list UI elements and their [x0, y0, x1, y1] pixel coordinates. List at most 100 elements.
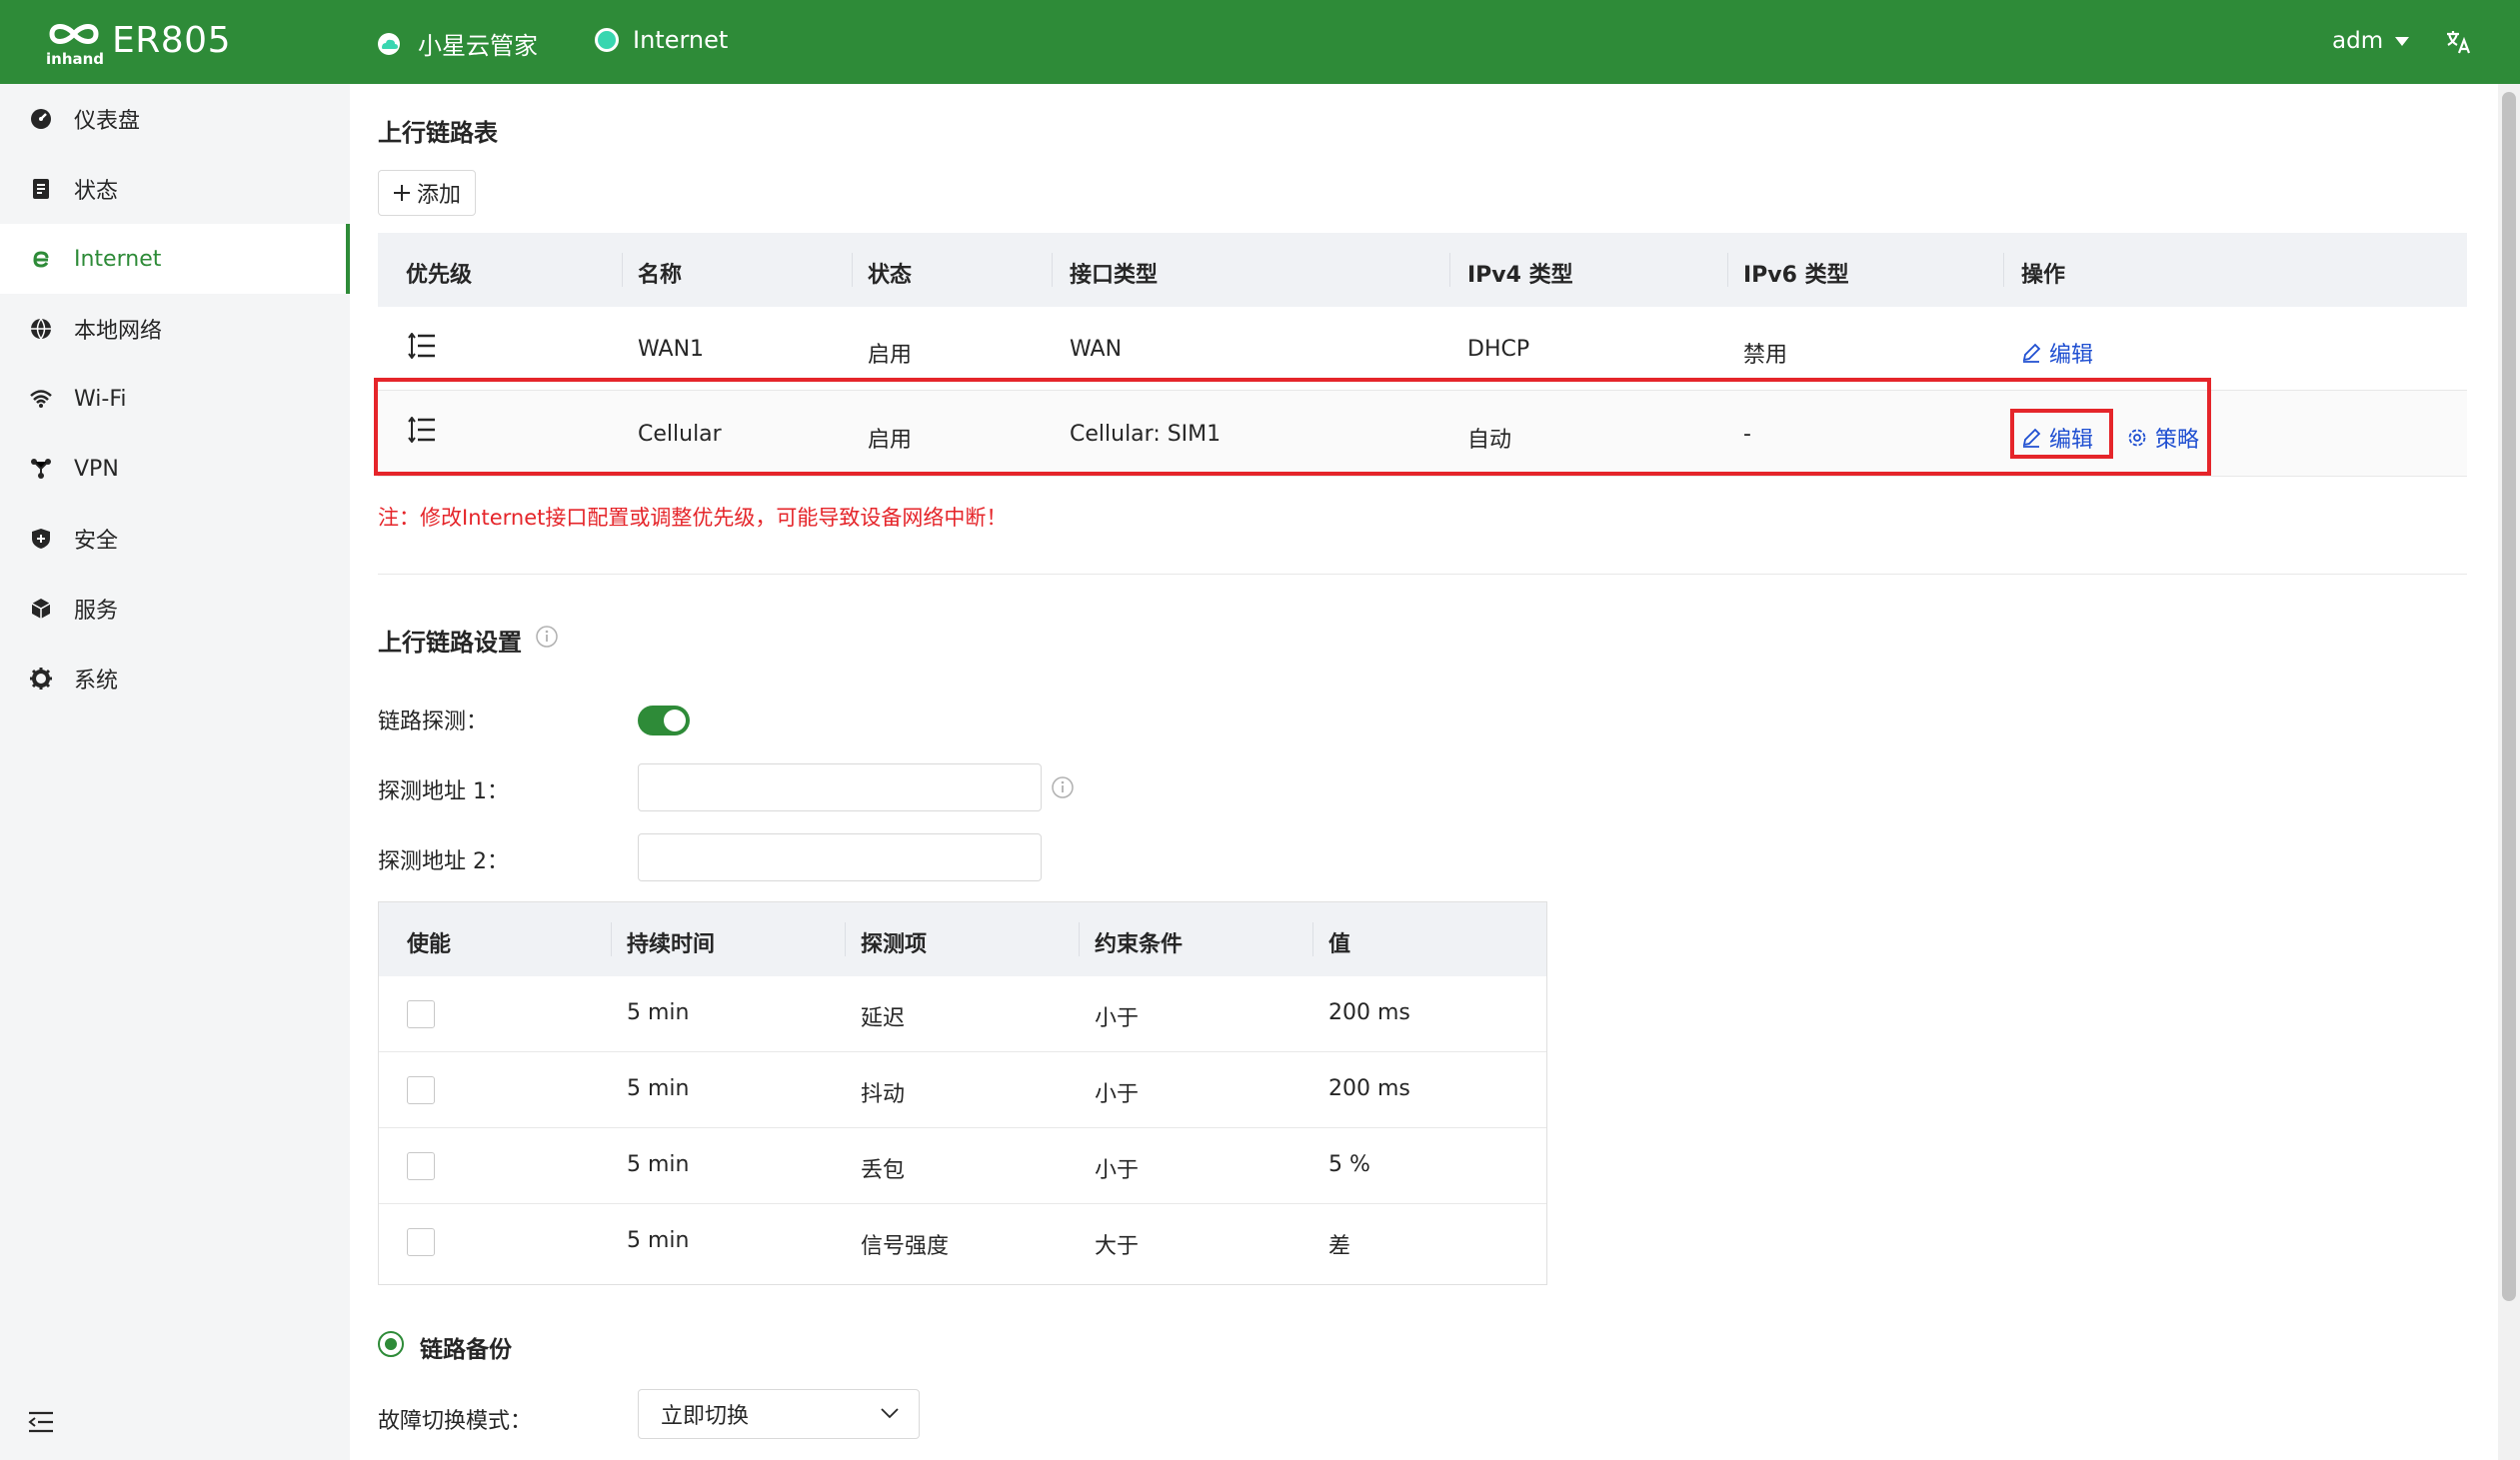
- divider: [378, 574, 2467, 575]
- failover-mode-select[interactable]: 立即切换: [638, 1389, 920, 1439]
- probe-toggle[interactable]: [638, 706, 690, 735]
- cell-condition: 小于: [1095, 1006, 1140, 1031]
- sidebar-item-label: 服务: [74, 599, 119, 624]
- enable-checkbox[interactable]: [407, 1228, 435, 1256]
- enable-checkbox[interactable]: [407, 1000, 435, 1028]
- product-name: ER805: [112, 20, 231, 61]
- cell-probe-item: 延迟: [861, 1006, 906, 1031]
- cell-probe-item: 丢包: [861, 1158, 906, 1183]
- failover-mode-value: 立即切换: [661, 1404, 750, 1429]
- info-icon[interactable]: [1052, 776, 1074, 798]
- cell-value: 5 %: [1328, 1152, 1370, 1177]
- cell-ipv6-type: 禁用: [1743, 343, 1788, 368]
- gear-icon: [30, 668, 52, 690]
- table-header: 优先级 名称 状态 接口类型 IPv4 类型 IPv6 类型 操作: [378, 233, 2467, 307]
- link-backup-radio[interactable]: [378, 1331, 404, 1357]
- top-bar: inhand ER805 小星云管家 Internet adm: [0, 0, 2520, 84]
- cell-condition: 大于: [1095, 1234, 1140, 1259]
- dashboard-icon: [31, 109, 51, 129]
- column-header: IPv4 类型: [1467, 263, 1573, 288]
- sidebar-item-dashboard[interactable]: 仪表盘: [0, 84, 350, 154]
- topnav-label: 小星云管家: [418, 32, 538, 60]
- sidebar-item-system[interactable]: 系统: [0, 644, 350, 714]
- column-header: 持续时间: [627, 932, 716, 957]
- sidebar-item-services[interactable]: 服务: [0, 574, 350, 644]
- enable-checkbox[interactable]: [407, 1152, 435, 1180]
- column-header: 探测项: [861, 932, 928, 957]
- table-row: 5 min 信号强度 大于 差: [379, 1204, 1546, 1284]
- cell-condition: 小于: [1095, 1082, 1140, 1107]
- sidebar-item-label: 状态: [74, 179, 119, 204]
- radio-dot: [385, 1338, 397, 1350]
- cell-condition: 小于: [1095, 1158, 1140, 1183]
- column-header: 使能: [407, 932, 452, 957]
- cell-value: 200 ms: [1328, 1076, 1410, 1101]
- sidebar-item-status[interactable]: 状态: [0, 154, 350, 224]
- edit-link[interactable]: 编辑: [2021, 337, 2093, 369]
- wifi-icon: [30, 390, 52, 408]
- user-name: adm: [2332, 28, 2384, 54]
- drag-priority-icon[interactable]: [408, 333, 436, 359]
- column-header: IPv6 类型: [1743, 263, 1849, 288]
- cube-icon: [31, 599, 51, 619]
- sidebar-item-label: 安全: [74, 529, 119, 554]
- cell-ipv4-type: DHCP: [1467, 337, 1530, 362]
- probe-address-2-input[interactable]: [638, 833, 1042, 881]
- toggle-knob: [664, 710, 686, 731]
- cell-duration: 5 min: [627, 1152, 690, 1177]
- sidebar-item-wifi[interactable]: Wi-Fi: [0, 364, 350, 434]
- highlight-box-cellular-row: [374, 378, 2211, 476]
- cell-status: 启用: [868, 343, 913, 368]
- column-header: 值: [1328, 932, 1351, 957]
- chevron-down-icon: [881, 1408, 899, 1419]
- failover-mode-label: 故障切换模式：: [378, 1409, 533, 1434]
- warning-note: 注：修改Internet接口配置或调整优先级，可能导致设备网络中断！: [378, 506, 1008, 530]
- sidebar-item-internet[interactable]: Internet: [0, 224, 350, 294]
- vpn-icon: [31, 459, 51, 479]
- collapse-sidebar-icon[interactable]: [28, 1411, 54, 1433]
- column-header: 优先级: [406, 263, 473, 288]
- topnav-label: Internet: [633, 26, 729, 54]
- table-row: 5 min 丢包 小于 5 %: [379, 1128, 1546, 1204]
- sidebar-item-label: 系统: [74, 669, 119, 694]
- probe-address-1-input[interactable]: [638, 763, 1042, 811]
- sidebar: 仪表盘 状态 Internet 本地网络 Wi-Fi VPN 安全 服务 系统: [0, 84, 350, 1460]
- add-button[interactable]: 添加: [378, 170, 476, 216]
- cell-value: 200 ms: [1328, 1000, 1410, 1025]
- topnav-internet[interactable]: Internet: [595, 26, 728, 54]
- inhand-logo: inhand: [46, 24, 104, 68]
- user-menu[interactable]: adm: [2332, 28, 2410, 54]
- info-icon[interactable]: [536, 626, 558, 648]
- column-header: 操作: [2021, 263, 2066, 288]
- uplink-settings-title: 上行链路设置: [378, 629, 522, 657]
- cell-probe-item: 信号强度: [861, 1234, 950, 1259]
- globe-icon: [31, 318, 51, 340]
- column-header: 名称: [638, 263, 683, 288]
- sidebar-item-local-network[interactable]: 本地网络: [0, 294, 350, 364]
- probe-table: 使能 持续时间 探测项 约束条件 值 5 min 延迟 小于 200 ms 5 …: [378, 901, 1547, 1285]
- scrollbar-thumb[interactable]: [2502, 92, 2516, 1301]
- column-header: 接口类型: [1070, 263, 1159, 288]
- column-header: 状态: [868, 263, 913, 288]
- link-backup-label: 链路备份: [420, 1337, 512, 1363]
- cell-name: WAN1: [638, 337, 705, 362]
- probe-address-1-label: 探测地址 1：: [378, 779, 509, 804]
- translate-icon[interactable]: [2445, 28, 2473, 56]
- enable-checkbox[interactable]: [407, 1076, 435, 1104]
- uplink-table-title: 上行链路表: [378, 119, 498, 147]
- sidebar-item-security[interactable]: 安全: [0, 504, 350, 574]
- topnav-cloud-manager[interactable]: 小星云管家: [374, 26, 538, 61]
- cell-probe-item: 抖动: [861, 1082, 906, 1107]
- probe-address-2-label: 探测地址 2：: [378, 849, 509, 874]
- highlight-box-edit: [2010, 409, 2113, 459]
- sidebar-item-vpn[interactable]: VPN: [0, 434, 350, 504]
- edit-link-label: 编辑: [2049, 343, 2094, 368]
- cell-value: 差: [1328, 1234, 1351, 1259]
- svg-text:inhand: inhand: [46, 50, 104, 68]
- sidebar-item-label: 仪表盘: [74, 109, 141, 134]
- cell-interface-type: WAN: [1070, 337, 1123, 362]
- sidebar-item-label: 本地网络: [74, 319, 163, 344]
- plus-icon: [393, 185, 410, 201]
- shield-icon: [32, 529, 50, 549]
- sidebar-item-label: Wi-Fi: [74, 386, 127, 412]
